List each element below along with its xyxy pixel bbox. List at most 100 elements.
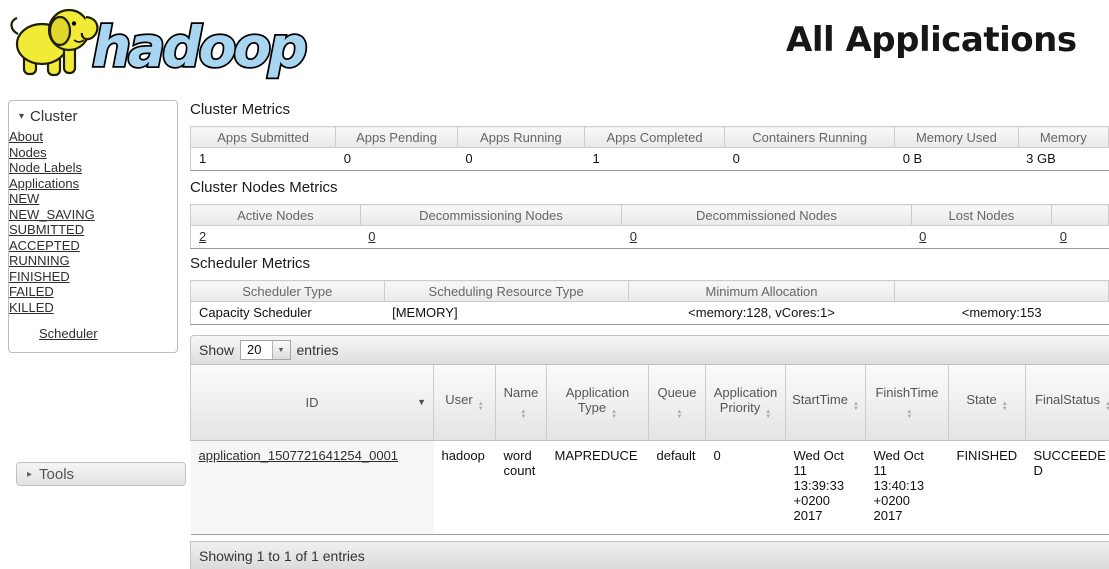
column-header-state-label: State bbox=[966, 392, 996, 407]
sidebar-item-nodes[interactable]: Nodes bbox=[9, 145, 47, 160]
sidebar-item-about[interactable]: About bbox=[9, 129, 43, 144]
page-size-value: 20 bbox=[241, 341, 271, 359]
lost-nodes-link[interactable]: 0 bbox=[919, 229, 926, 244]
application-row: application_1507721641254_0001 hadoop wo… bbox=[191, 440, 1109, 534]
sort-icon: ▲▼ bbox=[478, 402, 484, 412]
sidebar-item-finished[interactable]: FINISHED bbox=[9, 269, 70, 284]
column-header-decommissioning-nodes[interactable]: Decommissioning Nodes bbox=[360, 205, 621, 226]
column-header-scheduler-type[interactable]: Scheduler Type bbox=[191, 281, 385, 302]
active-nodes-link[interactable]: 2 bbox=[199, 229, 206, 244]
containers-running-value: 0 bbox=[725, 148, 895, 171]
column-header-apps-submitted[interactable]: Apps Submitted bbox=[191, 127, 336, 148]
sort-icon: ▲▼ bbox=[521, 410, 527, 420]
tools-nav-header[interactable]: ▸ Tools bbox=[16, 462, 186, 486]
sidebar-item-node-labels[interactable]: Node Labels bbox=[9, 160, 82, 175]
nav-item: FAILED bbox=[9, 284, 177, 300]
column-header-minimum-allocation[interactable]: Minimum Allocation bbox=[628, 281, 895, 302]
sidebar-item-new-saving[interactable]: NEW_SAVING bbox=[9, 207, 95, 222]
sidebar-item-failed[interactable]: FAILED bbox=[9, 284, 54, 299]
showing-entries-text: Showing 1 to 1 of 1 entries bbox=[199, 548, 365, 564]
sort-icon: ▲▼ bbox=[765, 410, 771, 420]
apps-running-value: 0 bbox=[457, 148, 584, 171]
decommissioning-nodes-link[interactable]: 0 bbox=[368, 229, 375, 244]
unhealthy-nodes-link[interactable]: 0 bbox=[1060, 229, 1067, 244]
column-header-scheduling-resource-type[interactable]: Scheduling Resource Type bbox=[384, 281, 628, 302]
column-header-maximum-allocation[interactable] bbox=[895, 281, 1109, 302]
column-header-memory-used[interactable]: Memory Used bbox=[895, 127, 1018, 148]
chevron-right-icon: ▸ bbox=[27, 469, 32, 480]
cluster-nodes-metrics-title: Cluster Nodes Metrics bbox=[190, 179, 1109, 196]
column-header-state[interactable]: State ▲▼ bbox=[949, 365, 1026, 440]
tools-nav-label: Tools bbox=[39, 466, 74, 483]
main-content: Cluster Metrics Apps Submitted Apps Pend… bbox=[190, 96, 1109, 569]
column-header-containers-running[interactable]: Containers Running bbox=[725, 127, 895, 148]
scheduler-type-value: Capacity Scheduler bbox=[191, 302, 385, 325]
sort-icon: ▲▼ bbox=[907, 410, 913, 420]
application-user: hadoop bbox=[434, 440, 496, 534]
datatable-toolbar: Show 20 ▼ entries bbox=[190, 335, 1109, 365]
page-size-select[interactable]: 20 ▼ bbox=[240, 340, 290, 360]
application-queue: default bbox=[649, 440, 706, 534]
apps-submitted-value: 1 bbox=[191, 148, 336, 171]
column-header-finalstatus-label: FinalStatus bbox=[1035, 392, 1100, 407]
apps-pending-value: 0 bbox=[336, 148, 458, 171]
decommissioned-nodes-link[interactable]: 0 bbox=[630, 229, 637, 244]
column-header-apps-running[interactable]: Apps Running bbox=[457, 127, 584, 148]
column-header-application-priority[interactable]: Application Priority▲▼ bbox=[706, 365, 786, 440]
table-row: 1 0 0 1 0 0 B 3 GB bbox=[191, 148, 1109, 171]
column-header-name[interactable]: Name▲▼ bbox=[496, 365, 547, 440]
nav-item: RUNNING bbox=[9, 253, 177, 269]
sidebar-item-running[interactable]: RUNNING bbox=[9, 253, 70, 268]
column-header-truncated[interactable] bbox=[1052, 205, 1109, 226]
nav-item: FINISHED bbox=[9, 269, 177, 285]
application-priority: 0 bbox=[706, 440, 786, 534]
column-header-active-nodes[interactable]: Active Nodes bbox=[191, 205, 361, 226]
column-header-id-label: ID bbox=[306, 395, 319, 410]
column-header-apps-pending[interactable]: Apps Pending bbox=[336, 127, 458, 148]
nav-item: Nodes bbox=[9, 145, 177, 161]
apps-completed-value: 1 bbox=[584, 148, 724, 171]
column-header-memory-total[interactable]: Memory bbox=[1018, 127, 1108, 148]
hadoop-logo-text: hadoop bbox=[92, 15, 306, 79]
memory-used-value: 0 B bbox=[895, 148, 1018, 171]
sidebar-item-applications[interactable]: Applications bbox=[9, 176, 79, 191]
nav-item: KILLED bbox=[9, 300, 177, 316]
sidebar-item-submitted[interactable]: SUBMITTED bbox=[9, 222, 84, 237]
cluster-metrics-title: Cluster Metrics bbox=[190, 101, 1109, 118]
application-name: word count bbox=[496, 440, 547, 534]
sidebar-item-killed[interactable]: KILLED bbox=[9, 300, 54, 315]
memory-total-value: 3 GB bbox=[1018, 148, 1108, 171]
column-header-decommissioned-nodes[interactable]: Decommissioned Nodes bbox=[622, 205, 911, 226]
column-header-application-type[interactable]: Application Type▲▼ bbox=[547, 365, 649, 440]
table-row: 2 0 0 0 0 bbox=[191, 226, 1109, 249]
nav-item: NEW bbox=[9, 191, 177, 207]
hadoop-elephant-icon bbox=[11, 10, 97, 75]
scheduling-resource-type-value: [MEMORY] bbox=[384, 302, 628, 325]
column-header-lost-nodes[interactable]: Lost Nodes bbox=[911, 205, 1052, 226]
datatable-info-bar: Showing 1 to 1 of 1 entries bbox=[190, 541, 1109, 569]
applications-table: ID ▼ User▲▼ Name▲▼ Application Type▲▼ Qu… bbox=[190, 365, 1109, 535]
cluster-nav-box: ▾ Cluster About Nodes Node Labels Applic… bbox=[8, 100, 178, 353]
column-header-id[interactable]: ID ▼ bbox=[191, 365, 434, 440]
nav-item: SUBMITTED bbox=[9, 222, 177, 238]
column-header-finalstatus[interactable]: FinalStatus▲▼ bbox=[1026, 365, 1109, 440]
sort-icon: ▲▼ bbox=[853, 402, 859, 412]
applications-datatable: Show 20 ▼ entries ID ▼ User▲▼ Name▲▼ App… bbox=[190, 335, 1109, 569]
minimum-allocation-value: <memory:128, vCores:1> bbox=[628, 302, 895, 325]
sort-icon: ▲▼ bbox=[1002, 402, 1008, 412]
sidebar-item-scheduler[interactable]: Scheduler bbox=[39, 326, 98, 341]
application-starttime: Wed Oct 11 13:39:33 +0200 2017 bbox=[786, 440, 866, 534]
column-header-starttime[interactable]: StartTime▲▼ bbox=[786, 365, 866, 440]
sidebar-item-new[interactable]: NEW bbox=[9, 191, 39, 206]
column-header-apps-completed[interactable]: Apps Completed bbox=[584, 127, 724, 148]
hadoop-logo: hadoop bbox=[6, 2, 316, 84]
column-header-user[interactable]: User▲▼ bbox=[434, 365, 496, 440]
sidebar-item-accepted[interactable]: ACCEPTED bbox=[9, 238, 80, 253]
application-id-link[interactable]: application_1507721641254_0001 bbox=[199, 448, 399, 463]
application-finishtime: Wed Oct 11 13:40:13 +0200 2017 bbox=[866, 440, 949, 534]
entries-label: entries bbox=[297, 342, 339, 358]
column-header-queue[interactable]: Queue▲▼ bbox=[649, 365, 706, 440]
chevron-down-icon: ▼ bbox=[272, 341, 290, 359]
column-header-finishtime[interactable]: FinishTime▲▼ bbox=[866, 365, 949, 440]
cluster-nav-header[interactable]: ▾ Cluster bbox=[9, 105, 177, 129]
